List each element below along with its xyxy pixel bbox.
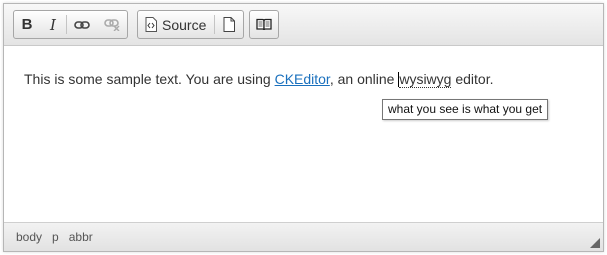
book-icon: [255, 18, 272, 31]
abbreviation[interactable]: wysiwyg: [399, 71, 452, 88]
element-path-bar: body p abbr: [4, 222, 603, 251]
formatting-group: B I: [13, 10, 128, 39]
source-label: Source: [162, 16, 207, 33]
italic-button[interactable]: I: [40, 11, 66, 38]
new-page-icon: [223, 17, 236, 32]
rich-text-editor: B I Source This is some sample text. You…: [3, 3, 604, 252]
editing-area[interactable]: This is some sample text. You are using …: [4, 47, 603, 222]
path-item-abbr[interactable]: abbr: [64, 230, 98, 244]
document-group: Source: [137, 10, 244, 39]
paragraph[interactable]: This is some sample text. You are using …: [24, 71, 494, 88]
text-segment: , an online: [329, 71, 399, 87]
about-group: [249, 10, 279, 39]
source-icon: [145, 17, 157, 32]
abbreviation-tooltip: what you see is what you get: [382, 99, 549, 120]
ckeditor-link[interactable]: CKEditor: [275, 71, 330, 87]
text-segment: editor.: [451, 71, 494, 87]
about-button[interactable]: [250, 11, 277, 38]
new-page-button[interactable]: [215, 11, 243, 38]
unlink-icon: [104, 19, 120, 31]
unlink-button[interactable]: [97, 11, 127, 38]
path-item-body[interactable]: body: [11, 230, 47, 244]
source-button[interactable]: Source: [138, 11, 214, 38]
editor-toolbar: B I Source: [4, 4, 603, 46]
resize-handle-icon[interactable]: [590, 238, 600, 248]
text-segment: This is some sample text. You are using: [24, 71, 275, 87]
link-icon: [74, 20, 90, 29]
path-item-p[interactable]: p: [47, 230, 64, 244]
bold-button[interactable]: B: [14, 11, 40, 38]
link-button[interactable]: [67, 11, 97, 38]
